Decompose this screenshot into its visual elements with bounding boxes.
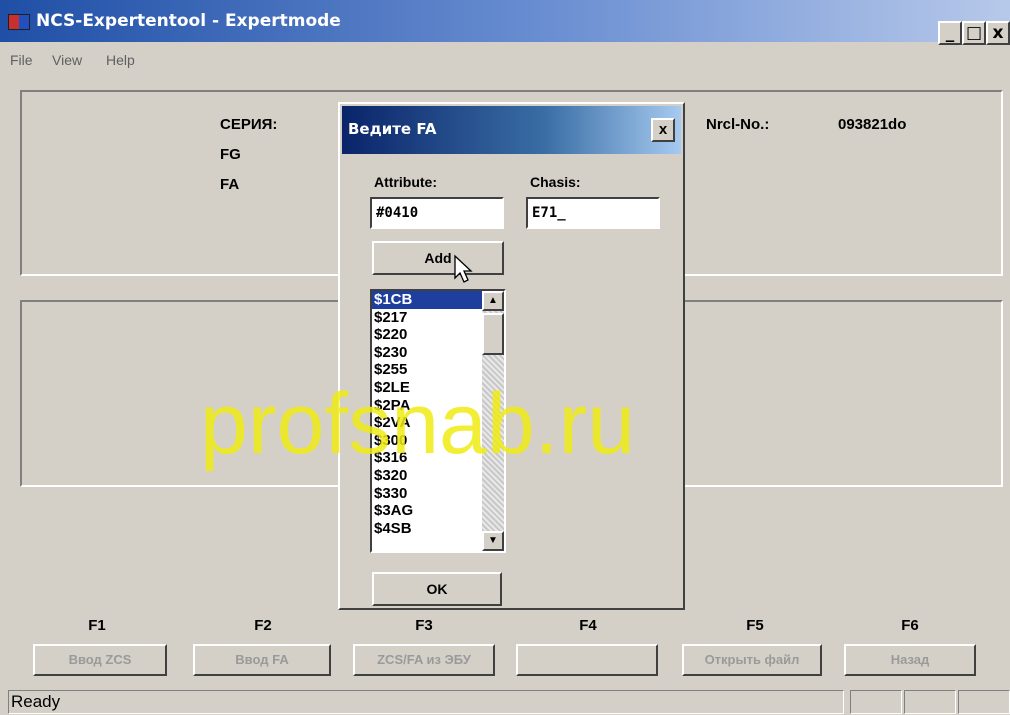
- enter-zcs-button[interactable]: Ввод ZCS: [33, 644, 167, 676]
- maximize-button[interactable]: □: [962, 21, 986, 45]
- zcs-fa-from-ecu-button[interactable]: ZCS/FA из ЭБУ: [353, 644, 495, 676]
- nrcl-label: Nrcl-No.:: [706, 116, 770, 133]
- list-item[interactable]: $3AG: [372, 502, 482, 520]
- menu-view[interactable]: View: [52, 52, 82, 68]
- fkey-f2: F2: [254, 617, 272, 634]
- scroll-thumb[interactable]: [482, 313, 504, 355]
- scroll-down-icon[interactable]: ▼: [482, 531, 504, 551]
- fa-label: FA: [220, 176, 240, 193]
- window-title: NCS-Expertentool - Expertmode: [36, 11, 341, 31]
- status-text: Ready: [8, 690, 844, 714]
- fa-listbox[interactable]: $1CB $217 $220 $230 $255 $2LE $2PA $2VA $300 $316…: [370, 289, 506, 553]
- status-panel-1: [850, 690, 902, 714]
- chasis-input[interactable]: E71_: [526, 197, 660, 229]
- dialog-close-button[interactable]: x: [651, 118, 675, 142]
- list-item[interactable]: $255: [372, 361, 482, 379]
- minimize-button[interactable]: _: [938, 21, 962, 45]
- list-item[interactable]: $217: [372, 309, 482, 327]
- app-icon: [8, 14, 30, 30]
- title-bar: NCS-Expertentool - Expertmode _ □ x: [0, 0, 1010, 45]
- list-item[interactable]: $316: [372, 449, 482, 467]
- list-item[interactable]: $2PA: [372, 397, 482, 415]
- fkey-f1: F1: [88, 617, 106, 634]
- list-item[interactable]: $4SB: [372, 520, 482, 538]
- list-item[interactable]: $330: [372, 485, 482, 503]
- list-item[interactable]: $1CB: [372, 291, 482, 309]
- dialog-title: Ведите FA: [348, 120, 437, 138]
- menu-help[interactable]: Help: [106, 52, 135, 68]
- close-button[interactable]: x: [986, 21, 1010, 45]
- nrcl-value: 093821do: [838, 116, 907, 133]
- status-panel-2: [904, 690, 956, 714]
- scroll-up-icon[interactable]: ▲: [482, 291, 504, 311]
- menu-bar: File View Help: [0, 48, 1010, 72]
- list-item[interactable]: $230: [372, 344, 482, 362]
- mouse-cursor-icon: [454, 254, 473, 283]
- list-item[interactable]: $300: [372, 432, 482, 450]
- list-scrollbar[interactable]: ▲ ▼: [482, 291, 504, 551]
- list-item[interactable]: $2LE: [372, 379, 482, 397]
- dialog-title-bar: Ведите FA x: [342, 106, 681, 154]
- fkey-f3: F3: [415, 617, 433, 634]
- list-item[interactable]: $220: [372, 326, 482, 344]
- status-panel-3: [958, 690, 1010, 714]
- fkey-f5: F5: [746, 617, 764, 634]
- back-button[interactable]: Назад: [844, 644, 976, 676]
- f4-button[interactable]: [516, 644, 658, 676]
- fa-list-items: $1CB $217 $220 $230 $255 $2LE $2PA $2VA $300 $316…: [372, 291, 482, 537]
- fkey-f4: F4: [579, 617, 597, 634]
- chasis-label: Chasis:: [530, 174, 581, 190]
- status-bar: Ready: [0, 688, 1010, 715]
- ok-button[interactable]: OK: [372, 572, 502, 606]
- enter-fa-button[interactable]: Ввод FA: [193, 644, 331, 676]
- fkey-f6: F6: [901, 617, 919, 634]
- attribute-label: Attribute:: [374, 174, 437, 190]
- series-label: СЕРИЯ:: [220, 116, 278, 133]
- menu-file[interactable]: File: [10, 52, 33, 68]
- attribute-input[interactable]: #0410: [370, 197, 504, 229]
- list-item[interactable]: $320: [372, 467, 482, 485]
- add-button[interactable]: Add: [372, 241, 504, 275]
- list-item[interactable]: $2VA: [372, 414, 482, 432]
- fg-label: FG: [220, 146, 241, 163]
- open-file-button[interactable]: Открыть файл: [682, 644, 822, 676]
- enter-fa-dialog: Ведите FA x Attribute: #0410 Chasis: E71…: [338, 102, 685, 610]
